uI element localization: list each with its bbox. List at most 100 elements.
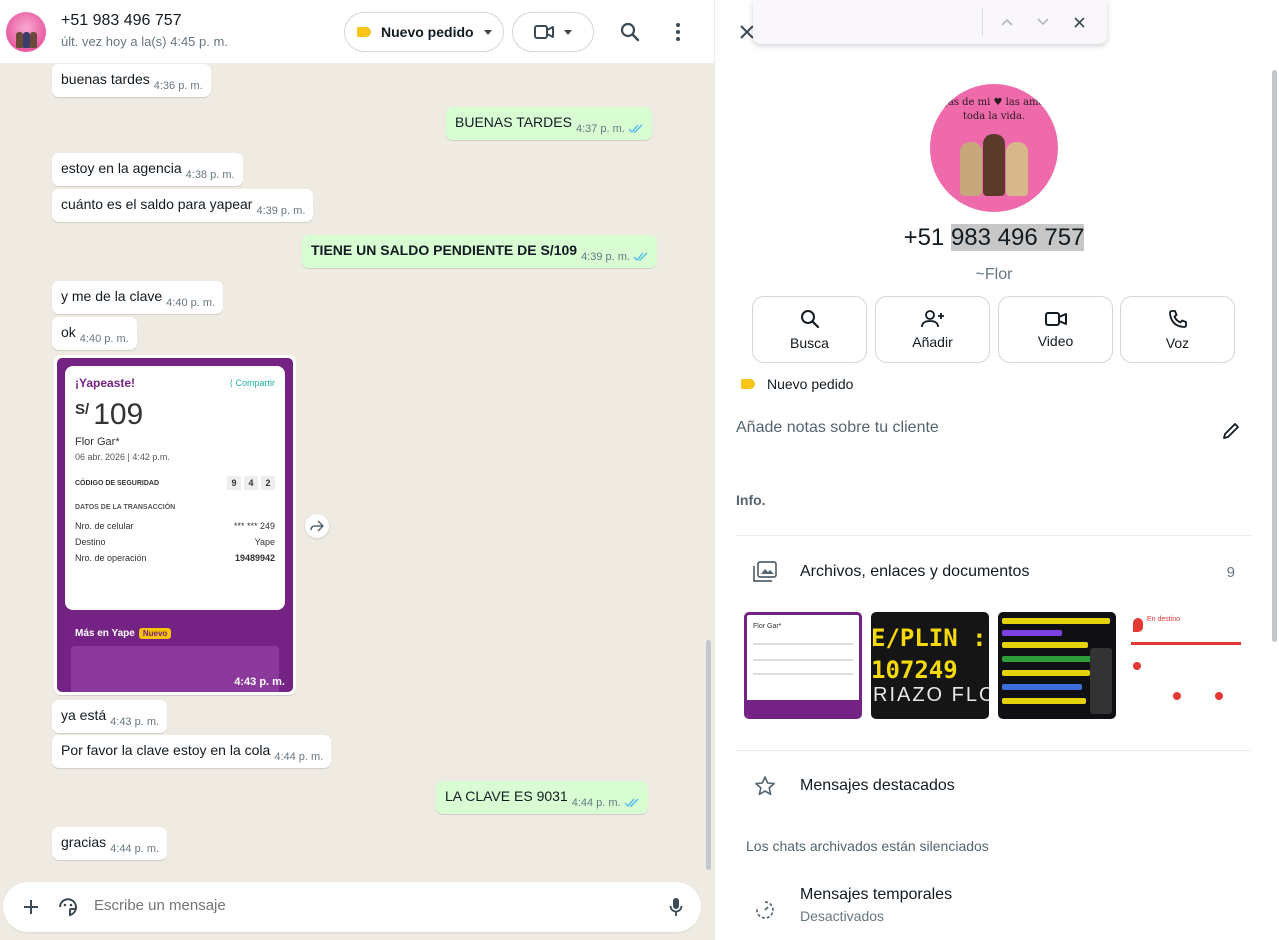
yape-share: ⟨ Compartir bbox=[229, 378, 275, 388]
video-camera-icon bbox=[1044, 311, 1067, 326]
media-thumbnail[interactable]: E/PLIN : 107249 RIAZO FLOR bbox=[871, 612, 989, 719]
message-outgoing[interactable]: BUENAS TARDES 4:37 p. m. bbox=[446, 107, 652, 140]
voice-message-button[interactable] bbox=[660, 891, 692, 923]
detail-label: Nro. de celular bbox=[75, 521, 134, 531]
photo-figure bbox=[983, 134, 1005, 196]
disappearing-messages-row[interactable]: Mensajes temporales Desactivados bbox=[715, 886, 1273, 930]
voice-call-action-button[interactable]: Voz bbox=[1120, 296, 1235, 363]
thumb-recipient: Flor Gar* bbox=[753, 623, 782, 630]
yape-detail-row: Destino Yape bbox=[75, 537, 275, 547]
thumb-dot bbox=[1133, 662, 1141, 670]
message-incoming[interactable]: Por favor la clave estoy en la cola 4:44 … bbox=[52, 735, 332, 768]
contact-avatar[interactable] bbox=[6, 12, 46, 52]
star-icon bbox=[753, 774, 777, 798]
thumb-line bbox=[1002, 684, 1082, 690]
media-files-label: Archivos, enlaces y documentos bbox=[800, 563, 1030, 580]
close-icon bbox=[740, 25, 754, 39]
message-input[interactable] bbox=[94, 897, 644, 914]
thumb-line bbox=[1002, 670, 1090, 676]
message-outgoing[interactable]: LA CLAVE ES 9031 4:44 p. m. bbox=[436, 781, 648, 814]
find-next-button[interactable] bbox=[1031, 10, 1055, 34]
video-call-dropdown[interactable] bbox=[512, 12, 594, 52]
message-list[interactable]: buenas tardes 4:36 p. m. BUENAS TARDES 4:3… bbox=[0, 64, 714, 880]
media-thumbnail[interactable]: Flor Gar* bbox=[744, 612, 862, 719]
thumb-line-1: E/PLIN : bbox=[871, 624, 987, 652]
message-time: 4:39 p. m. bbox=[256, 205, 306, 217]
microphone-icon bbox=[669, 898, 683, 916]
starred-messages-row[interactable]: Mensajes destacados bbox=[715, 774, 1273, 798]
yape-currency: S/ bbox=[75, 401, 90, 418]
thumb-line bbox=[753, 643, 853, 645]
yape-time: 4:42 p.m. bbox=[132, 452, 170, 462]
info-scrollbar[interactable] bbox=[1272, 70, 1277, 642]
avatar-figure bbox=[30, 32, 37, 48]
message-incoming[interactable]: buenas tardes 4:36 p. m. bbox=[52, 64, 211, 97]
assigned-label[interactable]: Nuevo pedido bbox=[741, 376, 853, 392]
chat-scrollbar[interactable] bbox=[706, 640, 711, 870]
plus-icon bbox=[24, 900, 38, 914]
action-label: Busca bbox=[790, 334, 829, 351]
find-previous-button[interactable] bbox=[995, 10, 1019, 34]
video-action-button[interactable]: Video bbox=[998, 296, 1113, 363]
menu-button[interactable] bbox=[662, 16, 694, 48]
message-text: buenas tardes bbox=[61, 71, 150, 87]
message-time: 4:38 p. m. bbox=[185, 169, 235, 181]
timer-icon bbox=[753, 898, 777, 922]
message-incoming[interactable]: ok 4:40 p. m. bbox=[52, 317, 137, 350]
edit-notes-button[interactable] bbox=[1218, 418, 1244, 444]
media-thumbnail[interactable]: En destino bbox=[1125, 612, 1241, 719]
assigned-label-text: Nuevo pedido bbox=[767, 376, 854, 392]
thumb-status: En destino bbox=[1147, 616, 1181, 623]
thumb-phone bbox=[1090, 648, 1112, 714]
detail-value: Yape bbox=[254, 537, 275, 547]
message-meta: 4:44 p. m. bbox=[572, 794, 640, 813]
info-heading: Info. bbox=[736, 492, 766, 508]
read-ticks-icon bbox=[628, 124, 643, 134]
thumb-line bbox=[753, 673, 853, 675]
profile-photo-caption: Hijas de mi ♥ las amaré toda la vida. bbox=[932, 97, 1056, 122]
image-message[interactable]: ¡Yapeaste! ⟨ Compartir S/109 Flor Gar* 0… bbox=[54, 355, 296, 695]
search-button[interactable] bbox=[614, 16, 646, 48]
sticker-icon bbox=[59, 898, 77, 917]
find-close-button[interactable] bbox=[1067, 10, 1091, 34]
message-incoming[interactable]: gracias 4:44 p. m. bbox=[52, 827, 168, 860]
media-files-row[interactable]: Archivos, enlaces y documentos 9 bbox=[715, 560, 1273, 584]
contact-profile-photo[interactable]: Hijas de mi ♥ las amaré toda la vida. bbox=[930, 84, 1058, 212]
message-time: 4:43 p. m. bbox=[234, 676, 285, 688]
contact-phone: +51 983 496 757 bbox=[715, 224, 1273, 252]
pencil-icon bbox=[1223, 423, 1239, 439]
message-meta: 4:37 p. m. bbox=[576, 120, 644, 139]
message-incoming[interactable]: y me de la clave 4:40 p. m. bbox=[52, 281, 224, 314]
order-label-dropdown[interactable]: Nuevo pedido bbox=[344, 12, 504, 52]
detail-value: 19489942 bbox=[234, 553, 275, 563]
media-folder-icon bbox=[753, 560, 777, 584]
attach-button[interactable] bbox=[15, 891, 47, 923]
whatsapp-business-window: +51 983 496 757 últ. vez hoy a la(s) 4:4… bbox=[0, 0, 1279, 940]
thumb-line bbox=[1002, 630, 1062, 636]
action-label: Añadir bbox=[912, 333, 953, 350]
forward-icon bbox=[310, 520, 324, 532]
read-ticks-icon bbox=[633, 252, 648, 262]
message-text: estoy en la agencia bbox=[61, 160, 182, 176]
sticker-button[interactable] bbox=[52, 891, 84, 923]
search-icon bbox=[620, 22, 640, 42]
label-tag-icon bbox=[741, 379, 755, 389]
yape-details-label: DATOS DE LA TRANSACCIÓN bbox=[75, 504, 176, 511]
customer-notes-field[interactable]: Añade notas sobre tu cliente bbox=[736, 419, 939, 437]
forward-button[interactable] bbox=[305, 514, 329, 538]
message-incoming[interactable]: estoy en la agencia 4:38 p. m. bbox=[52, 153, 243, 186]
thumb-line bbox=[1002, 656, 1092, 662]
search-action-button[interactable]: Busca bbox=[752, 296, 867, 363]
message-text: y me de la clave bbox=[61, 288, 163, 304]
message-outgoing[interactable]: TIENE UN SALDO PENDIENTE DE S/109 4:39 p.… bbox=[302, 235, 657, 268]
chat-header[interactable]: +51 983 496 757 últ. vez hoy a la(s) 4:4… bbox=[0, 0, 714, 64]
chevron-down-icon bbox=[483, 29, 492, 35]
message-incoming[interactable]: ya está 4:43 p. m. bbox=[52, 700, 168, 733]
media-thumbnail[interactable] bbox=[998, 612, 1116, 719]
add-contact-action-button[interactable]: Añadir bbox=[875, 296, 990, 363]
phone-number-selected[interactable]: 983 496 757 bbox=[950, 224, 1085, 251]
message-incoming[interactable]: cuánto es el saldo para yapear 4:39 p. m. bbox=[52, 189, 314, 222]
contact-alias: ~Flor bbox=[975, 266, 1013, 283]
yape-receipt-image[interactable]: ¡Yapeaste! ⟨ Compartir S/109 Flor Gar* 0… bbox=[57, 358, 293, 692]
findbar-divider bbox=[982, 8, 983, 36]
